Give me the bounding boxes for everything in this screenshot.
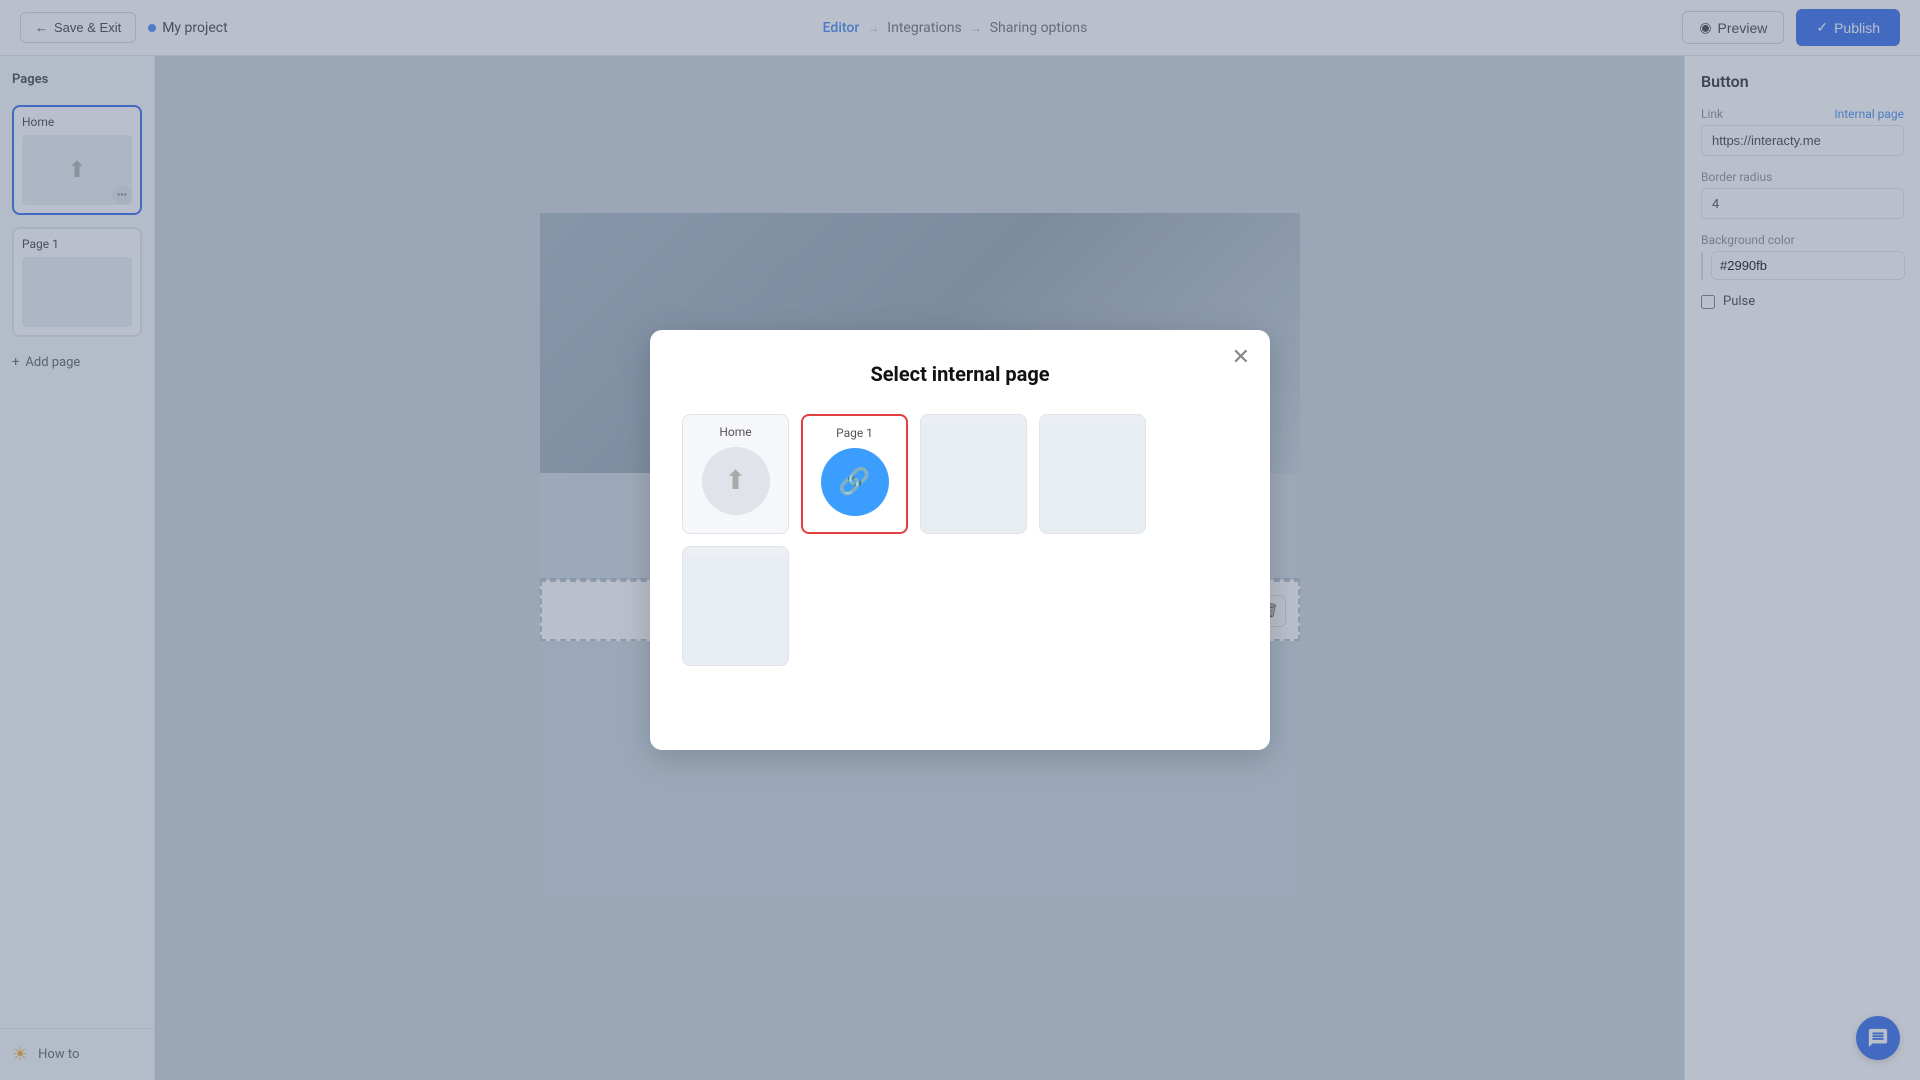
modal-page-1-thumb: 🔗: [821, 448, 889, 516]
modal-pages-grid: Home ⬆ Page 1 🔗: [682, 414, 1238, 666]
modal-page-blank-2[interactable]: [1039, 414, 1146, 534]
modal-page-blank-1[interactable]: [920, 414, 1027, 534]
modal-title: Select internal page: [682, 362, 1238, 386]
modal-page-1[interactable]: Page 1 🔗: [801, 414, 908, 534]
select-internal-page-modal: ✕ Select internal page Home ⬆ Page 1 🔗: [650, 330, 1270, 750]
modal-page-blank-3[interactable]: [682, 546, 789, 666]
modal-page-blank-3-thumb: [683, 557, 788, 665]
modal-page-home[interactable]: Home ⬆: [682, 414, 789, 534]
modal-page-blank-2-thumb: [1040, 425, 1145, 533]
modal-page-home-label: Home: [719, 425, 751, 439]
modal-page-home-thumb: ⬆: [702, 447, 770, 515]
modal-close-button[interactable]: ✕: [1232, 346, 1250, 368]
modal-page-1-label: Page 1: [836, 426, 873, 440]
modal-overlay[interactable]: ✕ Select internal page Home ⬆ Page 1 🔗: [0, 0, 1920, 1080]
modal-page-blank-1-thumb: [921, 425, 1026, 533]
